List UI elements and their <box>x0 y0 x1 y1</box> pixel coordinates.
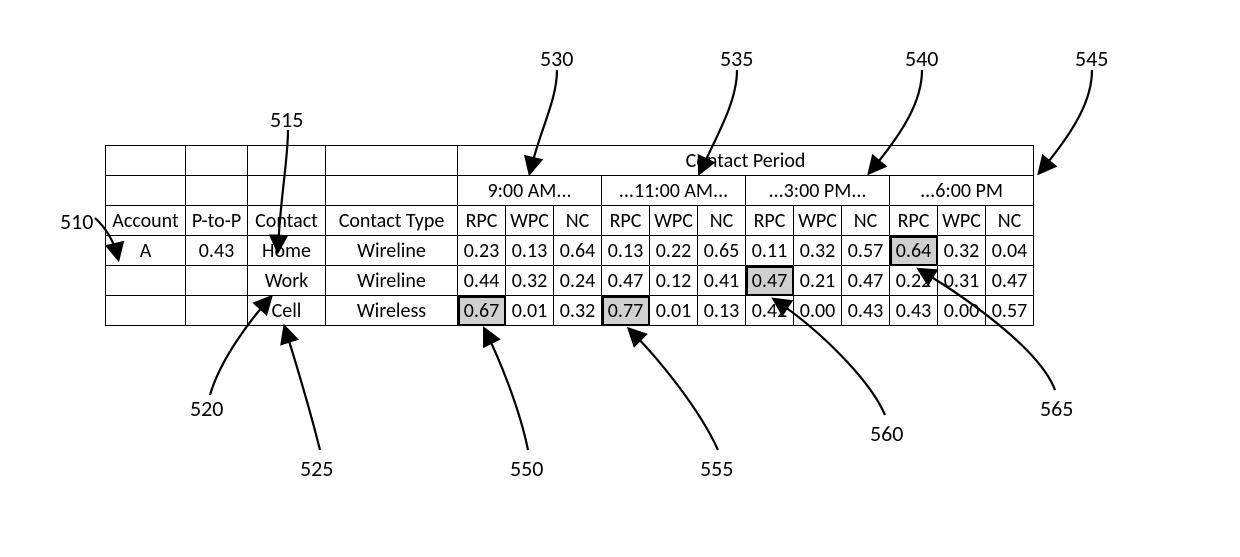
period-3: ...6:00 PM <box>890 176 1034 206</box>
cell-ptop: 0.43 <box>186 236 248 266</box>
value-cell: 0.00 <box>794 296 842 326</box>
value-cell: 0.47 <box>986 266 1034 296</box>
col-ptop: P-to-P <box>186 206 248 236</box>
value-cell: 0.57 <box>986 296 1034 326</box>
callout-540: 540 <box>905 45 938 72</box>
cell-contact: Home <box>248 236 326 266</box>
cell-ctype: Wireline <box>326 236 458 266</box>
sub-2-rpc: RPC <box>746 206 794 236</box>
cell-account: A <box>106 236 186 266</box>
col-ctype: Contact Type <box>326 206 458 236</box>
value-cell: 0.47 <box>842 266 890 296</box>
period-0: 9:00 AM... <box>458 176 602 206</box>
value-cell: 0.32 <box>794 236 842 266</box>
callout-545: 545 <box>1075 45 1108 72</box>
cell-ptop <box>186 266 248 296</box>
sub-3-nc: NC <box>986 206 1034 236</box>
callout-550: 550 <box>510 455 543 482</box>
callout-520: 520 <box>190 395 223 422</box>
period-2: ...3:00 PM... <box>746 176 890 206</box>
value-cell: 0.32 <box>506 266 554 296</box>
cell-ctype: Wireline <box>326 266 458 296</box>
sub-1-rpc: RPC <box>602 206 650 236</box>
cell-account <box>106 266 186 296</box>
value-cell: 0.32 <box>554 296 602 326</box>
callout-560: 560 <box>870 420 903 447</box>
sub-0-wpc: WPC <box>506 206 554 236</box>
value-cell: 0.44 <box>458 266 506 296</box>
value-cell: 0.67 <box>458 296 506 326</box>
value-cell: 0.64 <box>890 236 938 266</box>
value-cell: 0.13 <box>602 236 650 266</box>
value-cell: 0.13 <box>698 296 746 326</box>
table-head: Contact Period 9:00 AM... ...11:00 AM...… <box>106 146 1034 236</box>
period-title-header: Contact Period <box>458 146 1034 176</box>
period-1: ...11:00 AM... <box>602 176 746 206</box>
col-account: Account <box>106 206 186 236</box>
value-cell: 0.01 <box>650 296 698 326</box>
value-cell: 0.47 <box>746 266 794 296</box>
callout-555: 555 <box>700 455 733 482</box>
value-cell: 0.57 <box>842 236 890 266</box>
value-cell: 0.22 <box>890 266 938 296</box>
callout-530: 530 <box>540 45 573 72</box>
cell-account <box>106 296 186 326</box>
cell-contact: Work <box>248 266 326 296</box>
value-cell: 0.13 <box>506 236 554 266</box>
sub-3-rpc: RPC <box>890 206 938 236</box>
value-cell: 0.04 <box>986 236 1034 266</box>
value-cell: 0.64 <box>554 236 602 266</box>
table-row: A0.43HomeWireline0.230.130.640.130.220.6… <box>106 236 1034 266</box>
cell-ctype: Wireless <box>326 296 458 326</box>
figure-canvas: { "headers": { "period_title": "Contact … <box>0 0 1240 557</box>
value-cell: 0.43 <box>890 296 938 326</box>
callout-515: 515 <box>270 106 303 133</box>
sub-0-nc: NC <box>554 206 602 236</box>
sub-1-wpc: WPC <box>650 206 698 236</box>
cell-contact: Cell <box>248 296 326 326</box>
value-cell: 0.31 <box>938 266 986 296</box>
sub-3-wpc: WPC <box>938 206 986 236</box>
value-cell: 0.47 <box>602 266 650 296</box>
callout-565: 565 <box>1040 395 1073 422</box>
value-cell: 0.12 <box>650 266 698 296</box>
value-cell: 0.42 <box>746 296 794 326</box>
sub-1-nc: NC <box>698 206 746 236</box>
value-cell: 0.24 <box>554 266 602 296</box>
callout-510: 510 <box>60 208 93 235</box>
sub-0-rpc: RPC <box>458 206 506 236</box>
callout-525: 525 <box>300 455 333 482</box>
table-row: WorkWireline0.440.320.240.470.120.410.47… <box>106 266 1034 296</box>
value-cell: 0.11 <box>746 236 794 266</box>
data-table: Contact Period 9:00 AM... ...11:00 AM...… <box>105 145 1034 326</box>
value-cell: 0.00 <box>938 296 986 326</box>
value-cell: 0.21 <box>794 266 842 296</box>
sub-2-wpc: WPC <box>794 206 842 236</box>
table-body: A0.43HomeWireline0.230.130.640.130.220.6… <box>106 236 1034 326</box>
sub-2-nc: NC <box>842 206 890 236</box>
value-cell: 0.01 <box>506 296 554 326</box>
callout-535: 535 <box>720 45 753 72</box>
value-cell: 0.77 <box>602 296 650 326</box>
value-cell: 0.32 <box>938 236 986 266</box>
value-cell: 0.22 <box>650 236 698 266</box>
value-cell: 0.41 <box>698 266 746 296</box>
col-contact: Contact <box>248 206 326 236</box>
value-cell: 0.23 <box>458 236 506 266</box>
table-row: CellWireless0.670.010.320.770.010.130.42… <box>106 296 1034 326</box>
value-cell: 0.65 <box>698 236 746 266</box>
cell-ptop <box>186 296 248 326</box>
value-cell: 0.43 <box>842 296 890 326</box>
